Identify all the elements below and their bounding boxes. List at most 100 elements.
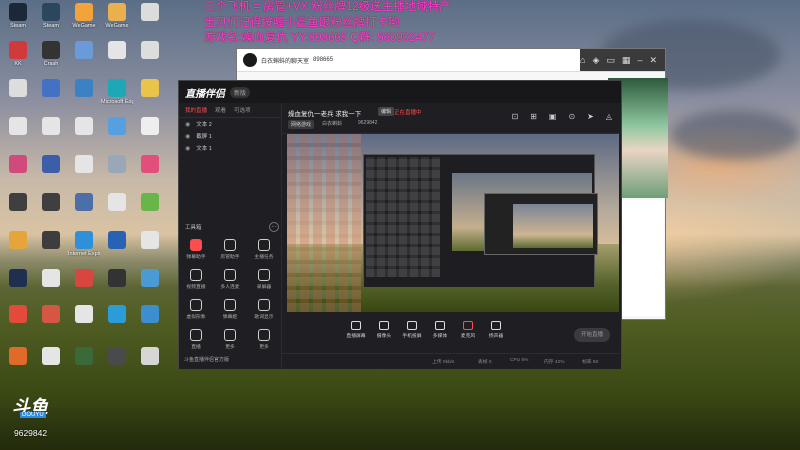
overlay-line-1: 三个飞机 = 房管+VX 粉丝牌12级送主播地域特产	[204, 1, 451, 13]
source-controls: 直播屏幕 摄像头 手机投屏 多媒体 麦克风 扬声器	[282, 321, 620, 347]
status-cpu: CPU 6%	[510, 358, 529, 363]
app-icon	[75, 269, 93, 287]
app-icon	[9, 117, 27, 135]
app-icon	[108, 193, 126, 211]
app-icon	[9, 347, 27, 365]
app-icon	[141, 3, 159, 21]
tool-button[interactable]: 更多	[213, 329, 247, 355]
control-icon	[491, 321, 501, 330]
tool-button[interactable]: 更多	[247, 329, 281, 355]
gamepad-icon[interactable]: ◈	[592, 55, 599, 66]
shirt-icon[interactable]: ▣	[549, 112, 557, 121]
tool-button[interactable]: 弹幕姬	[213, 299, 247, 325]
tool-button[interactable]: 视频直播	[179, 269, 213, 295]
room-avatar	[243, 53, 257, 67]
tab-watch[interactable]: 观看	[215, 106, 226, 114]
toolbox-settings-icon[interactable]: ⋯	[269, 222, 279, 232]
control-button[interactable]: 手机投屏	[398, 321, 426, 339]
tool-button[interactable]: 录屏器	[247, 269, 281, 295]
app-icon	[42, 347, 60, 365]
source-name: 截屏 1	[196, 134, 212, 140]
app-icon	[9, 155, 27, 173]
edit-button[interactable]: 编辑	[378, 107, 395, 116]
control-button[interactable]: 麦克风	[454, 321, 482, 339]
tab-my-live[interactable]: 我的直播	[185, 106, 207, 114]
control-icon	[379, 321, 389, 330]
status-upload: 上传 0kb/s	[432, 360, 455, 365]
desktop-icon[interactable]	[35, 304, 67, 348]
source-row[interactable]: ◉ 文本 2	[179, 118, 281, 130]
tool-button[interactable]: 弹幕助手	[179, 239, 213, 265]
bell-icon[interactable]: ◬	[606, 112, 612, 121]
tool-icon	[190, 269, 202, 281]
status-bar: 上传 0kb/s 丢帧 0 CPU 6% 内存 42% 帧率 60	[282, 353, 620, 368]
app-icon	[108, 269, 126, 287]
overlay-line-2: 宝贝们记得按喔小鲨鱼跟粉丝牌打卡哟	[204, 16, 400, 29]
control-button[interactable]: 摄像头	[370, 321, 398, 339]
app-icon	[141, 347, 159, 365]
share-icon[interactable]: ⊙	[568, 112, 575, 121]
eye-icon[interactable]: ◉	[185, 121, 190, 128]
douyu-badge: DOUYU	[20, 412, 46, 418]
app-icon	[108, 3, 126, 21]
tool-icon	[224, 269, 236, 281]
source-row[interactable]: ◉ 截屏 1	[179, 130, 281, 142]
app-icon	[75, 231, 93, 249]
desktop-icon-label: Steam	[10, 23, 26, 29]
desktop-icon[interactable]	[68, 346, 100, 390]
bag-icon[interactable]: ⊞	[530, 112, 537, 121]
control-label: 扬声器	[488, 334, 504, 339]
nested-preview-2	[513, 204, 593, 248]
tab-options[interactable]: 可选项	[234, 106, 251, 114]
version-badge: 新版	[230, 86, 251, 98]
desktop-icon[interactable]	[134, 346, 166, 390]
desktop-icon[interactable]	[101, 304, 133, 348]
lock-icon[interactable]: ⊡	[511, 112, 518, 121]
room-header: 燥血复仇一老兵 求我一下 编辑 正在直播中 网络游戏 白衣蝌蚪 9629842 …	[282, 103, 620, 134]
streaming-app-window[interactable]: 直播伴侣 新版 我的直播 观看 可选项 ◉ 文本 2 ◉ 截屏 1 ◉ 文本 1 工具…	[178, 80, 622, 370]
tool-button[interactable]: 房管助手	[213, 239, 247, 265]
category-badge[interactable]: 网络游戏	[288, 120, 315, 129]
app-icon	[141, 193, 159, 211]
desktop-icon[interactable]	[68, 304, 100, 348]
desktop-icon[interactable]	[2, 304, 34, 348]
home-icon[interactable]: ⌂	[580, 55, 585, 65]
eye-icon[interactable]: ◉	[185, 133, 190, 140]
send-icon[interactable]: ➤	[587, 112, 594, 121]
tool-button[interactable]: 主播任务	[247, 239, 281, 265]
minimize-icon[interactable]: –	[637, 55, 642, 65]
status-memory: 内存 42%	[544, 360, 565, 365]
control-button[interactable]: 直播屏幕	[342, 321, 370, 339]
header-icons: ⊡ ⊞ ▣ ⊙ ➤ ◬	[511, 112, 612, 121]
app-icon	[9, 269, 27, 287]
app-icon	[75, 155, 93, 173]
tool-icon	[258, 269, 270, 281]
tool-button[interactable]: 直播	[179, 329, 213, 355]
window-icon[interactable]: ▭	[606, 55, 615, 66]
app-icon	[42, 231, 60, 249]
source-row[interactable]: ◉ 文本 1	[179, 142, 281, 154]
grid-icon[interactable]: ▦	[622, 55, 631, 66]
start-live-button[interactable]: 开始直播	[574, 328, 610, 342]
desktop-icon[interactable]	[2, 346, 34, 390]
tool-button[interactable]: 虚拟形象	[179, 299, 213, 325]
tool-button[interactable]: 多人连麦	[213, 269, 247, 295]
stream-preview[interactable]	[287, 134, 619, 312]
app-logo: 直播伴侣	[185, 88, 225, 100]
close-icon[interactable]: ✕	[649, 55, 657, 66]
tool-icon	[258, 299, 270, 311]
desktop-icon[interactable]	[35, 346, 67, 390]
control-button[interactable]: 多媒体	[426, 321, 454, 339]
tool-button[interactable]: 歌词显示	[247, 299, 281, 325]
left-panel: 我的直播 观看 可选项 ◉ 文本 2 ◉ 截屏 1 ◉ 文本 1 工具箱 ⋯ 弹幕助手…	[179, 103, 282, 369]
eye-icon[interactable]: ◉	[185, 145, 190, 152]
app-footer-note: 斗鱼直播伴侣官方版	[184, 357, 230, 363]
app-icon	[42, 117, 60, 135]
app-icon	[42, 79, 60, 97]
control-button[interactable]: 扬声器	[482, 321, 510, 339]
desktop-icon[interactable]	[101, 346, 133, 390]
tool-label: 更多	[225, 345, 235, 350]
app-icon	[75, 305, 93, 323]
desktop-icon[interactable]	[134, 304, 166, 348]
tool-label: 主播任务	[254, 255, 274, 260]
